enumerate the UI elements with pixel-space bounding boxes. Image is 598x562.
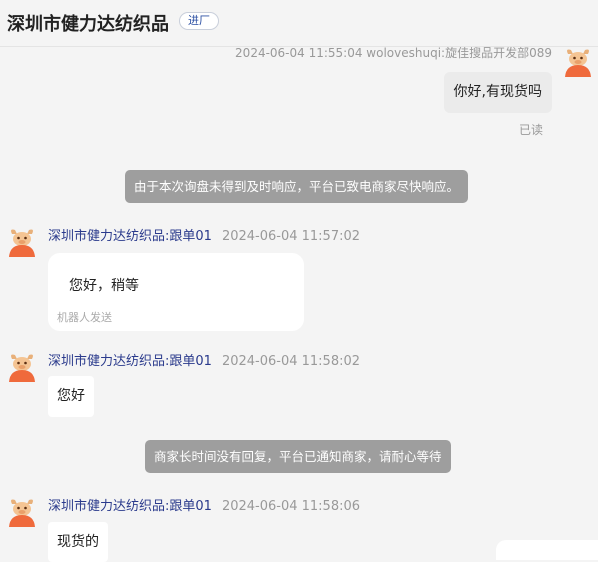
system-notice: 由于本次询盘未得到及时响应，平台已致电商家尽快响应。 — [125, 170, 469, 203]
sender-line: 深圳市健力达纺织品:跟单01 2024-06-04 11:57:02 — [48, 225, 360, 244]
mascot-avatar-icon[interactable] — [6, 350, 38, 382]
seller-message-bubble[interactable]: 现货的 — [48, 522, 108, 562]
robot-sent-tag: 机器人发送 — [57, 311, 112, 324]
sender-name-link[interactable]: 深圳市健力达纺织品:跟单01 — [48, 229, 212, 244]
read-status: 已读 — [518, 123, 543, 137]
chat-header: 深圳市健力达纺织品 进厂 — [0, 0, 598, 47]
sender-name-link[interactable]: 深圳市健力达纺织品:跟单01 — [48, 499, 212, 514]
mascot-avatar-icon[interactable] — [6, 495, 38, 527]
seller-message-bubble[interactable]: 您好 — [48, 376, 94, 417]
chat-area[interactable]: 2024-06-04 11:55:04 woloveshuqi:旋佳搜品开发部0… — [0, 0, 598, 562]
mascot-avatar-icon[interactable] — [6, 225, 38, 257]
message-text: 您好，稍等 — [69, 278, 139, 294]
sender-line: 深圳市健力达纺织品:跟单01 2024-06-04 11:58:02 — [48, 350, 360, 369]
message-time: 2024-06-04 11:58:06 — [221, 499, 361, 514]
sender-line: 深圳市健力达纺织品:跟单01 2024-06-04 11:58:06 — [48, 495, 360, 514]
factory-badge[interactable]: 进厂 — [179, 12, 219, 30]
sender-name-link[interactable]: 深圳市健力达纺织品:跟单01 — [48, 354, 212, 369]
robot-message-bubble[interactable]: 您好，稍等 机器人发送 — [48, 253, 304, 331]
message-time: 2024-06-04 11:58:02 — [221, 354, 361, 369]
system-notice: 商家长时间没有回复，平台已通知商家，请耐心等待 — [145, 440, 451, 473]
partial-message-bubble — [496, 540, 598, 560]
shop-name[interactable]: 深圳市健力达纺织品 — [7, 10, 169, 36]
buyer-message-bubble[interactable]: 你好,有现货吗 — [443, 72, 552, 113]
mascot-avatar-icon[interactable] — [562, 45, 594, 77]
message-time: 2024-06-04 11:57:02 — [221, 229, 361, 244]
